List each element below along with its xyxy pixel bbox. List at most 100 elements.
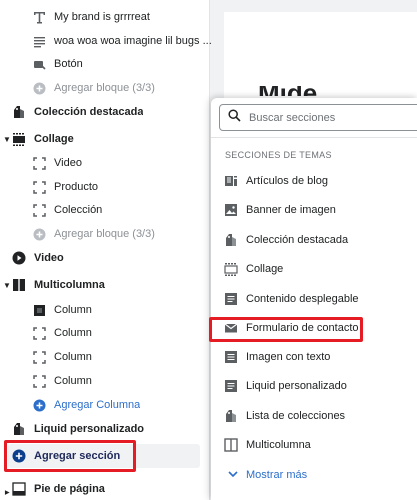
block-item-label: Producto [54,181,99,193]
collage-icon [12,132,26,146]
popup-divider [211,137,417,138]
option-collection-list[interactable]: Lista de colecciones [224,405,414,427]
block-item-column[interactable]: Column [32,370,238,392]
tag-icon [12,422,26,436]
plus-circle-icon [32,227,46,241]
section-label: Collage [34,133,74,145]
option-contact-form[interactable]: Formulario de contacto [224,317,414,339]
block-item-label: Colección [54,204,103,216]
dashed-square-icon [32,156,46,170]
section-label: Multicolumna [34,279,105,291]
play-circle-icon [12,251,26,265]
block-item-column[interactable]: Column [32,346,238,368]
block-item-label: Column [54,351,92,363]
option-label: Artículos de blog [246,175,328,187]
chevron-down-icon[interactable]: ▼ [3,281,11,290]
dashed-square-icon [32,350,46,364]
columns-icon [12,278,26,292]
theme-sections-heading: SECCIONES DE TEMAS [225,150,332,160]
option-label: Banner de imagen [246,204,336,216]
section-label: Liquid personalizado [34,423,145,435]
block-item-column[interactable]: Column [32,322,238,344]
section-multicolumn[interactable]: Multicolumna [12,274,218,296]
search-input[interactable] [249,111,409,124]
add-section-label: Agregar sección [34,450,121,462]
option-label: Liquid personalizado [246,380,347,392]
image-icon [224,203,238,217]
chevron-down-icon [228,469,238,481]
dashed-square-icon [32,326,46,340]
section-collage[interactable]: Collage [12,128,218,150]
block-item-paragraph[interactable]: woa woa woa imagine lil bugs ... [32,30,238,52]
block-item-video[interactable]: Video [32,152,238,174]
option-label: Formulario de contacto [246,322,359,334]
plus-circle-icon [32,81,46,95]
section-label: Colección destacada [34,106,144,118]
block-item-product[interactable]: Producto [32,176,238,198]
dashed-square-icon [32,180,46,194]
section-label: Pie de página [34,483,105,495]
block-item-label: Column [54,327,92,339]
envelope-icon [224,321,238,335]
chevron-right-icon[interactable]: ▼ [2,489,11,497]
option-collapsible-content[interactable]: Contenido desplegable [224,288,414,310]
add-section-button[interactable]: Agregar sección [8,444,200,468]
preview-heading-fragment: Mide [258,86,408,96]
tag-icon [12,105,26,119]
collage-icon [224,262,238,276]
block-item-collection[interactable]: Colección [32,199,238,221]
section-custom-liquid[interactable]: Liquid personalizado [12,418,218,440]
add-column-button[interactable]: Agregar Columna [32,394,238,416]
sections-sidebar: My brand is grrrreat woa woa woa imagine… [0,0,212,500]
section-label: Video [34,252,64,264]
option-image-with-text[interactable]: Imagen con texto [224,346,414,368]
block-item-label: woa woa woa imagine lil bugs ... [54,35,212,47]
option-label: Colección destacada [246,234,349,246]
text-t-icon [32,10,46,24]
add-block-button[interactable]: Agregar bloque (3/3) [32,77,238,99]
section-video[interactable]: Video [12,247,218,269]
add-block-label: Agregar bloque (3/3) [54,228,155,240]
image-text-icon [224,350,238,364]
dashed-square-icon [32,374,46,388]
add-column-label: Agregar Columna [54,399,141,411]
block-item-text[interactable]: My brand is grrrreat [32,6,238,28]
option-blog-posts[interactable]: Artículos de blog [224,170,414,192]
column-block-icon [32,303,46,317]
section-featured-collection[interactable]: Colección destacada [12,101,218,123]
show-more-label: Mostrar más [246,469,308,481]
option-collage[interactable]: Collage [224,258,414,280]
show-more-button[interactable]: Mostrar más [228,469,307,481]
block-item-label: Column [54,304,92,316]
dashed-square-icon [32,203,46,217]
list-icon [224,292,238,306]
block-item-label: Video [54,157,82,169]
block-item-column[interactable]: Column [32,299,238,321]
plus-circle-icon [32,398,46,412]
option-featured-collection[interactable]: Colección destacada [224,229,414,251]
option-label: Imagen con texto [246,351,331,363]
option-label: Multicolumna [246,439,311,451]
plus-circle-icon [12,449,26,463]
button-icon [32,57,46,71]
add-block-button[interactable]: Agregar bloque (3/3) [32,223,238,245]
option-image-banner[interactable]: Banner de imagen [224,199,414,221]
option-label: Collage [246,263,284,275]
option-label: Contenido desplegable [246,293,359,305]
block-item-label: Botón [54,58,83,70]
columns-icon [224,438,238,452]
paragraph-lines-icon [32,34,46,48]
block-item-label: My brand is grrrreat [54,11,150,23]
block-item-label: Column [54,375,92,387]
add-block-label: Agregar bloque (3/3) [54,82,155,94]
option-multicolumn[interactable]: Multicolumna [224,434,414,456]
section-footer[interactable]: Pie de página [12,478,218,500]
block-item-button[interactable]: Botón [32,53,238,75]
chevron-down-icon[interactable]: ▼ [3,135,11,144]
option-label: Lista de colecciones [246,410,346,422]
tag-icon [224,233,238,247]
option-custom-liquid[interactable]: Liquid personalizado [224,375,414,397]
section-search-box[interactable] [219,104,417,131]
list-icon [224,379,238,393]
search-icon [228,108,241,127]
